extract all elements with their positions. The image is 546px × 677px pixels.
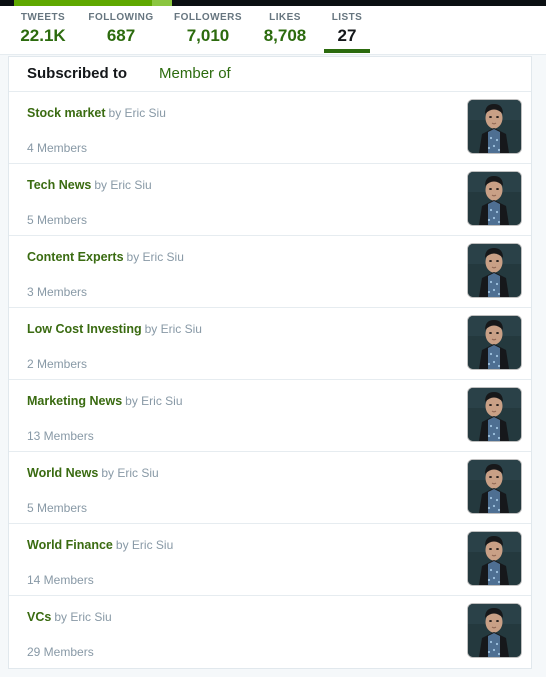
list-item-name[interactable]: VCs bbox=[27, 610, 51, 624]
list-item-owner[interactable]: by Eric Siu bbox=[94, 178, 151, 192]
stat-followers-label: FOLLOWERS bbox=[174, 12, 242, 23]
eric-siu-avatar-icon bbox=[468, 460, 521, 513]
stat-tweets-label: TWEETS bbox=[20, 12, 66, 23]
list-item[interactable]: Content Experts by Eric Siu 3 Members bbox=[9, 236, 531, 308]
list-item-member-count: 5 Members bbox=[27, 501, 88, 515]
list-item-member-count: 29 Members bbox=[27, 645, 94, 659]
avatar[interactable] bbox=[468, 604, 521, 657]
list-item-name[interactable]: Tech News bbox=[27, 178, 91, 192]
avatar[interactable] bbox=[468, 172, 521, 225]
stat-lists-label: LISTS bbox=[331, 12, 363, 23]
eric-siu-avatar-icon bbox=[468, 244, 521, 297]
stat-lists-underline bbox=[324, 49, 370, 53]
list-item-title-row: World Finance by Eric Siu bbox=[27, 537, 531, 553]
stat-lists-value: 27 bbox=[337, 26, 357, 45]
eric-siu-avatar-icon bbox=[468, 388, 521, 441]
list-item-name[interactable]: Stock market bbox=[27, 106, 106, 120]
eric-siu-avatar-icon bbox=[468, 532, 521, 585]
list-item-member-count: 4 Members bbox=[27, 141, 88, 155]
stat-following-label: FOLLOWING bbox=[88, 12, 154, 23]
list-item-member-count: 14 Members bbox=[27, 573, 94, 587]
list-item-title-row: Tech News by Eric Siu bbox=[27, 177, 531, 193]
stat-tweets-value: 22.1K bbox=[20, 26, 66, 45]
list-item-name[interactable]: World Finance bbox=[27, 538, 113, 552]
list-item[interactable]: World News by Eric Siu 5 Members bbox=[9, 452, 531, 524]
list-item[interactable]: VCs by Eric Siu 29 Members bbox=[9, 596, 531, 668]
list-item-owner[interactable]: by Eric Siu bbox=[127, 250, 184, 264]
list-item[interactable]: Tech News by Eric Siu 5 Members bbox=[9, 164, 531, 236]
list-item-title-row: Low Cost Investing by Eric Siu bbox=[27, 321, 531, 337]
list-item-owner[interactable]: by Eric Siu bbox=[125, 394, 182, 408]
tab-subscribed-to[interactable]: Subscribed to bbox=[27, 64, 127, 84]
list-item-title-row: VCs by Eric Siu bbox=[27, 609, 531, 625]
lists-container: Stock market by Eric Siu 4 Members Tech … bbox=[9, 92, 531, 668]
list-item-title-row: Stock market by Eric Siu bbox=[27, 105, 531, 121]
avatar[interactable] bbox=[468, 244, 521, 297]
eric-siu-avatar-icon bbox=[468, 316, 521, 369]
eric-siu-avatar-icon bbox=[468, 100, 521, 153]
list-item[interactable]: Marketing News by Eric Siu 13 Members bbox=[9, 380, 531, 452]
list-item-name[interactable]: Marketing News bbox=[27, 394, 122, 408]
list-item-owner[interactable]: by Eric Siu bbox=[109, 106, 166, 120]
lists-tabbar: Subscribed to Member of bbox=[9, 57, 531, 92]
stat-following[interactable]: FOLLOWING 687 bbox=[80, 11, 162, 47]
profile-stats-bar: TWEETS 22.1K FOLLOWING 687 FOLLOWERS 7,0… bbox=[0, 6, 546, 55]
list-item-name[interactable]: Low Cost Investing bbox=[27, 322, 142, 336]
avatar[interactable] bbox=[468, 460, 521, 513]
lists-card: Subscribed to Member of Stock market by E… bbox=[8, 56, 532, 669]
list-item-owner[interactable]: by Eric Siu bbox=[101, 466, 158, 480]
list-item-title-row: Content Experts by Eric Siu bbox=[27, 249, 531, 265]
list-item[interactable]: Low Cost Investing by Eric Siu 2 Members bbox=[9, 308, 531, 380]
stat-likes-label: LIKES bbox=[269, 12, 301, 23]
eric-siu-avatar-icon bbox=[468, 604, 521, 657]
avatar[interactable] bbox=[468, 316, 521, 369]
stat-likes[interactable]: LIKES 8,708 bbox=[253, 11, 317, 47]
stat-likes-value: 8,708 bbox=[263, 26, 307, 45]
list-item[interactable]: Stock market by Eric Siu 4 Members bbox=[9, 92, 531, 164]
list-item-name[interactable]: World News bbox=[27, 466, 98, 480]
stat-followers-value: 7,010 bbox=[186, 26, 230, 45]
list-item-owner[interactable]: by Eric Siu bbox=[116, 538, 173, 552]
list-item-owner[interactable]: by Eric Siu bbox=[145, 322, 202, 336]
list-item-member-count: 2 Members bbox=[27, 357, 88, 371]
stat-followers[interactable]: FOLLOWERS 7,010 bbox=[163, 11, 253, 47]
list-item[interactable]: World Finance by Eric Siu 14 Members bbox=[9, 524, 531, 596]
avatar[interactable] bbox=[468, 100, 521, 153]
stat-tweets[interactable]: TWEETS 22.1K bbox=[6, 11, 80, 47]
avatar[interactable] bbox=[468, 388, 521, 441]
list-item-name[interactable]: Content Experts bbox=[27, 250, 124, 264]
list-item-title-row: Marketing News by Eric Siu bbox=[27, 393, 531, 409]
list-item-title-row: World News by Eric Siu bbox=[27, 465, 531, 481]
list-item-member-count: 5 Members bbox=[27, 213, 88, 227]
eric-siu-avatar-icon bbox=[468, 172, 521, 225]
list-item-member-count: 3 Members bbox=[27, 285, 88, 299]
stat-following-value: 687 bbox=[106, 26, 136, 45]
tab-member-of[interactable]: Member of bbox=[159, 64, 231, 84]
avatar[interactable] bbox=[468, 532, 521, 585]
list-item-member-count: 13 Members bbox=[27, 429, 94, 443]
stat-lists[interactable]: LISTS 27 bbox=[318, 11, 376, 53]
list-item-owner[interactable]: by Eric Siu bbox=[54, 610, 111, 624]
